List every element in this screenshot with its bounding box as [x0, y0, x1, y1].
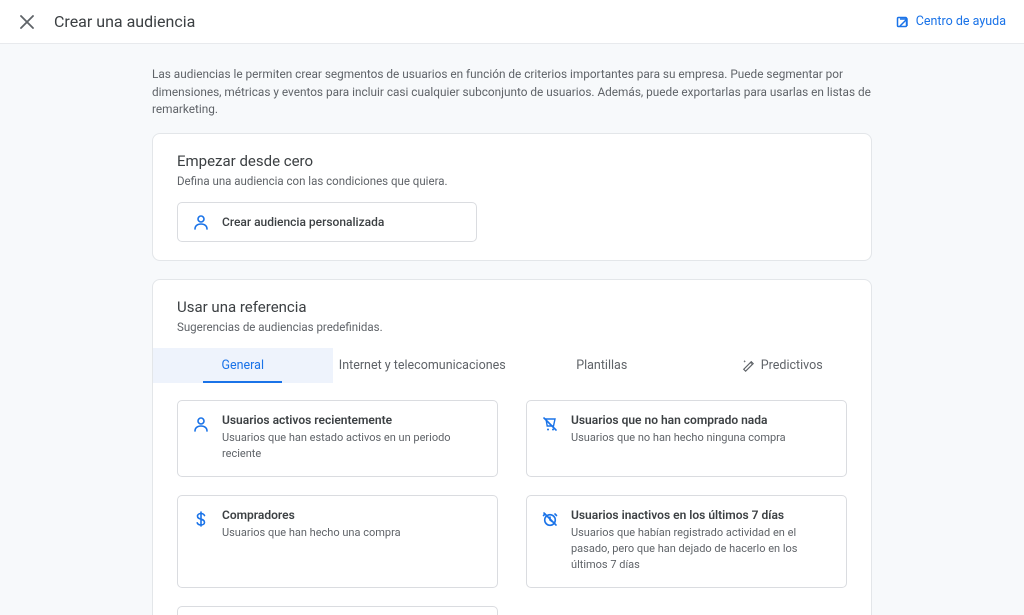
intro-text: Las audiencias le permiten crear segment… [152, 66, 872, 119]
tile-7day-inactive-purchasers[interactable]: Compradores inactivos en los últimos 7 d… [177, 606, 498, 615]
start-from-scratch-card: Empezar desde cero Defina una audiencia … [152, 133, 872, 261]
tab-general[interactable]: General [153, 348, 333, 383]
dollar-icon [192, 508, 210, 573]
tile-desc: Usuarios que habían registrado actividad… [571, 525, 832, 573]
header-left: Crear una audiencia [18, 12, 195, 31]
tab-predictive[interactable]: Predictivos [692, 348, 872, 383]
wand-icon [740, 358, 755, 373]
tile-desc: Usuarios que no han hecho ninguna compra [571, 430, 786, 446]
scratch-subtitle: Defina una audiencia con las condiciones… [177, 174, 847, 188]
reference-tabs: General Internet y telecomunicaciones Pl… [153, 348, 871, 384]
no-shopping-icon [541, 413, 559, 462]
header-bar: Crear una audiencia Centro de ayuda [0, 0, 1024, 44]
page-title: Crear una audiencia [54, 12, 195, 31]
use-reference-card: Usar una referencia Sugerencias de audie… [152, 279, 872, 615]
tile-desc: Usuarios que han hecho una compra [222, 525, 401, 541]
tile-desc: Usuarios que han estado activos en un pe… [222, 430, 483, 462]
tab-templates[interactable]: Plantillas [512, 348, 692, 383]
tile-title: Usuarios activos recientemente [222, 413, 483, 427]
tile-recently-active-users[interactable]: Usuarios activos recientemente Usuarios … [177, 400, 498, 477]
help-center-link[interactable]: Centro de ayuda [896, 14, 1006, 29]
create-custom-audience-button[interactable]: Crear audiencia personalizada [177, 202, 477, 242]
clock-off-icon [541, 508, 559, 573]
reference-title: Usar una referencia [177, 298, 847, 316]
tile-7day-inactive-users[interactable]: Usuarios inactivos en los últimos 7 días… [526, 495, 847, 588]
tile-title: Usuarios inactivos en los últimos 7 días [571, 508, 832, 522]
person-icon [192, 213, 210, 231]
open-external-icon [896, 15, 910, 29]
reference-grid: Usuarios activos recientemente Usuarios … [177, 400, 847, 615]
create-custom-label: Crear audiencia personalizada [222, 215, 384, 229]
scratch-title: Empezar desde cero [177, 152, 847, 170]
person-icon [192, 413, 210, 462]
tab-internet-telecom[interactable]: Internet y telecomunicaciones [333, 348, 513, 383]
tile-title: Usuarios que no han comprado nada [571, 413, 786, 427]
tile-title: Compradores [222, 508, 401, 522]
help-center-label: Centro de ayuda [916, 14, 1006, 29]
tile-purchasers[interactable]: Compradores Usuarios que han hecho una c… [177, 495, 498, 588]
reference-subtitle: Sugerencias de audiencias predefinidas. [177, 320, 847, 334]
page-body: Las audiencias le permiten crear segment… [0, 44, 1024, 615]
tile-non-purchasers[interactable]: Usuarios que no han comprado nada Usuari… [526, 400, 847, 477]
close-icon[interactable] [18, 13, 36, 31]
